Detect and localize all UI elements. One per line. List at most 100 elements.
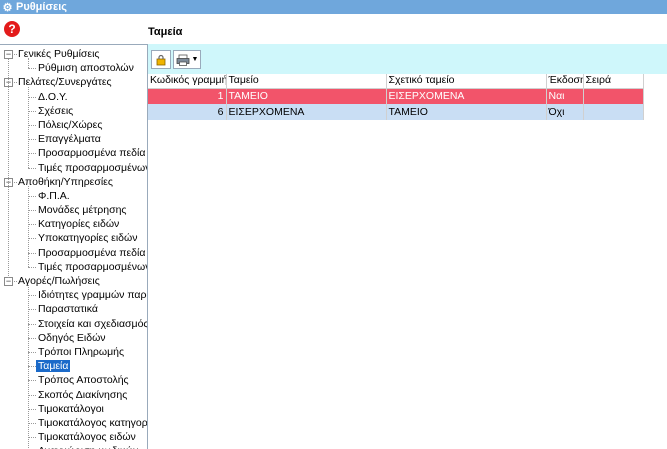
tree-group[interactable]: − Αποθήκη/Υπηρεσίες: [0, 175, 147, 189]
tree-item-label: Αγορές/Πωλήσεις: [18, 275, 100, 287]
print-button[interactable]: ▼: [173, 50, 201, 69]
tree-connector: [28, 408, 36, 410]
cell-related[interactable]: ΕΙΣΕΡΧΟΜΕΝΑ: [386, 88, 547, 104]
table-row[interactable]: 1 ΤΑΜΕΙΟ ΕΙΣΕΡΧΟΜΕΝΑ Ναι: [148, 88, 644, 104]
tree-item-label: Τρόποι Πληρωμής: [38, 345, 125, 358]
tree-item[interactable]: Τρόποι Πληρωμής: [0, 345, 147, 359]
tree-item-label: Γενικές Ρυθμίσεις: [18, 48, 100, 60]
tree-group[interactable]: − Αγορές/Πωλήσεις: [0, 274, 147, 288]
chevron-down-icon[interactable]: ▼: [192, 56, 199, 63]
col-header-ekdosi[interactable]: Έκδοση: [546, 74, 584, 89]
tree-item[interactable]: Μονάδες μέτρησης: [0, 203, 147, 217]
tree-item[interactable]: Ταμεία: [0, 359, 147, 373]
tree-group[interactable]: − Πελάτες/Συνεργάτες: [0, 75, 147, 89]
cell-tameio[interactable]: ΤΑΜΕΙΟ: [226, 88, 387, 104]
tree-connector: [28, 96, 36, 98]
tree-item-label: Παραστατικά: [38, 303, 98, 316]
cell-seira[interactable]: [583, 104, 644, 120]
tree-item[interactable]: Πόλεις/Χώρες: [0, 118, 147, 132]
lock-icon: [156, 54, 166, 65]
tree-item[interactable]: Κατηγορίες ειδών: [0, 217, 147, 231]
tree-spine: [8, 59, 9, 279]
tree-item[interactable]: Στοιχεία και σχεδιασμός π: [0, 317, 147, 331]
col-header-seira[interactable]: Σειρά: [583, 74, 644, 89]
tree-item[interactable]: Προσαρμοσμένα πεδία: [0, 146, 147, 160]
col-header-code[interactable]: Κωδικός γραμμής: [148, 74, 227, 89]
tree-item-label: Υποκατηγορίες ειδών: [38, 232, 138, 245]
tree-item-label: Ρύθμιση αποστολών: [38, 62, 134, 75]
tree-item[interactable]: Σκοπός Διακίνησης: [0, 388, 147, 402]
tree-item[interactable]: Τιμοκατάλογοι: [0, 402, 147, 416]
cell-code[interactable]: 6: [148, 104, 227, 120]
table-row[interactable]: 6 ΕΙΣΕΡΧΟΜΕΝΑ ΤΑΜΕΙΟ Όχι: [148, 104, 644, 120]
tree-item-label: Ιδιότητες γραμμών παρασ: [38, 289, 148, 302]
tree-item[interactable]: Σχέσεις: [0, 104, 147, 118]
tree-item-label: Τιμοκατάλογος κατηγοριώ: [38, 416, 148, 429]
settings-tree: − Γενικές Ρυθμίσεις Ρύθμιση αποστολών − Πελά…: [0, 45, 147, 449]
tree-connector: [28, 380, 36, 382]
tree-guide: [28, 186, 29, 268]
tree-item[interactable]: Δ.Ο.Υ.: [0, 90, 147, 104]
tree-item[interactable]: Αναγνώριση κωδικών: [0, 444, 147, 449]
tree-item[interactable]: Τρόπος Αποστολής: [0, 373, 147, 387]
tree-item-label: Τιμές προσαρμοσμένων π: [38, 260, 148, 273]
tree-connector: [28, 337, 36, 339]
cell-tameio[interactable]: ΕΙΣΕΡΧΟΜΕΝΑ: [226, 104, 387, 120]
gear-icon: ⚙: [2, 1, 13, 14]
tree-connector: [28, 394, 36, 396]
tree-item-label: Στοιχεία και σχεδιασμός π: [38, 317, 148, 330]
tree-connector: [28, 323, 36, 325]
tree-item-label: Δ.Ο.Υ.: [38, 90, 68, 103]
tree-item-label: Τρόπος Αποστολής: [38, 374, 129, 387]
tree-item[interactable]: Παραστατικά: [0, 302, 147, 316]
tree-connector: [14, 181, 17, 183]
tree-item[interactable]: Οδηγός Ειδών: [0, 331, 147, 345]
tree-connector: [28, 295, 36, 297]
tree-item[interactable]: Ρύθμιση αποστολών: [0, 61, 147, 75]
help-button[interactable]: ?: [4, 21, 20, 37]
tree-item[interactable]: Τιμές προσαρμοσμένων π: [0, 260, 147, 274]
tree-connector: [14, 82, 17, 84]
cell-ekdosi[interactable]: Όχι: [546, 104, 584, 120]
collapse-toggle-icon[interactable]: −: [4, 277, 13, 286]
tree-item-label: Σκοπός Διακίνησης: [38, 388, 128, 401]
collapse-toggle-icon[interactable]: −: [4, 50, 13, 59]
cell-seira[interactable]: [583, 88, 644, 104]
lock-button[interactable]: [151, 50, 171, 69]
tree-item[interactable]: Τιμοκατάλογος ειδών: [0, 430, 147, 444]
tree-connector: [28, 351, 36, 353]
printer-icon: [176, 54, 189, 66]
tree-item[interactable]: Τιμές προσαρμοσμένων π: [0, 161, 147, 175]
content-panel: Ταμεία ▼ Κωδικός γραμμής Ταμείο Σχετικό …: [148, 14, 667, 449]
tree-item[interactable]: Ιδιότητες γραμμών παρασ: [0, 288, 147, 302]
tree-item-label: Αναγνώριση κωδικών: [38, 445, 138, 449]
content-header: Ταμεία: [148, 14, 667, 44]
tree-group[interactable]: − Γενικές Ρυθμίσεις: [0, 47, 147, 61]
tree-item-label: Ταμεία: [36, 360, 71, 373]
tree-item[interactable]: Τιμοκατάλογος κατηγοριώ: [0, 416, 147, 430]
tree-item[interactable]: Επαγγέλματα: [0, 132, 147, 146]
col-header-related[interactable]: Σχετικό ταμείο: [386, 74, 547, 89]
tree-connector: [28, 68, 36, 70]
cell-code[interactable]: 1: [148, 88, 227, 104]
tree-item-label: Κατηγορίες ειδών: [38, 218, 120, 231]
tree-item[interactable]: Προσαρμοσμένα πεδία: [0, 246, 147, 260]
tree-connector: [28, 124, 36, 126]
tree-guide: [28, 86, 29, 168]
cell-related[interactable]: ΤΑΜΕΙΟ: [386, 104, 547, 120]
tree-connector: [28, 238, 36, 240]
tameia-grid: Κωδικός γραμμής Ταμείο Σχετικό ταμείο Έκ…: [148, 74, 667, 449]
tree-connector: [28, 139, 36, 141]
tree-item-label: Πελάτες/Συνεργάτες: [18, 76, 112, 89]
tree-item-label: Προσαρμοσμένα πεδία: [38, 246, 146, 259]
cell-ekdosi[interactable]: Ναι: [546, 88, 584, 104]
tree-item[interactable]: Υποκατηγορίες ειδών: [0, 231, 147, 245]
window-title: Ρυθμίσεις: [16, 1, 67, 13]
tree-connector: [28, 224, 36, 226]
tree-connector: [28, 252, 36, 254]
tree-item-label: Αποθήκη/Υπηρεσίες: [18, 175, 113, 188]
col-header-tameio[interactable]: Ταμείο: [226, 74, 387, 89]
tree-item-label: Οδηγός Ειδών: [38, 331, 106, 344]
tree-item[interactable]: Φ.Π.Α.: [0, 189, 147, 203]
tree-connector: [28, 153, 36, 155]
